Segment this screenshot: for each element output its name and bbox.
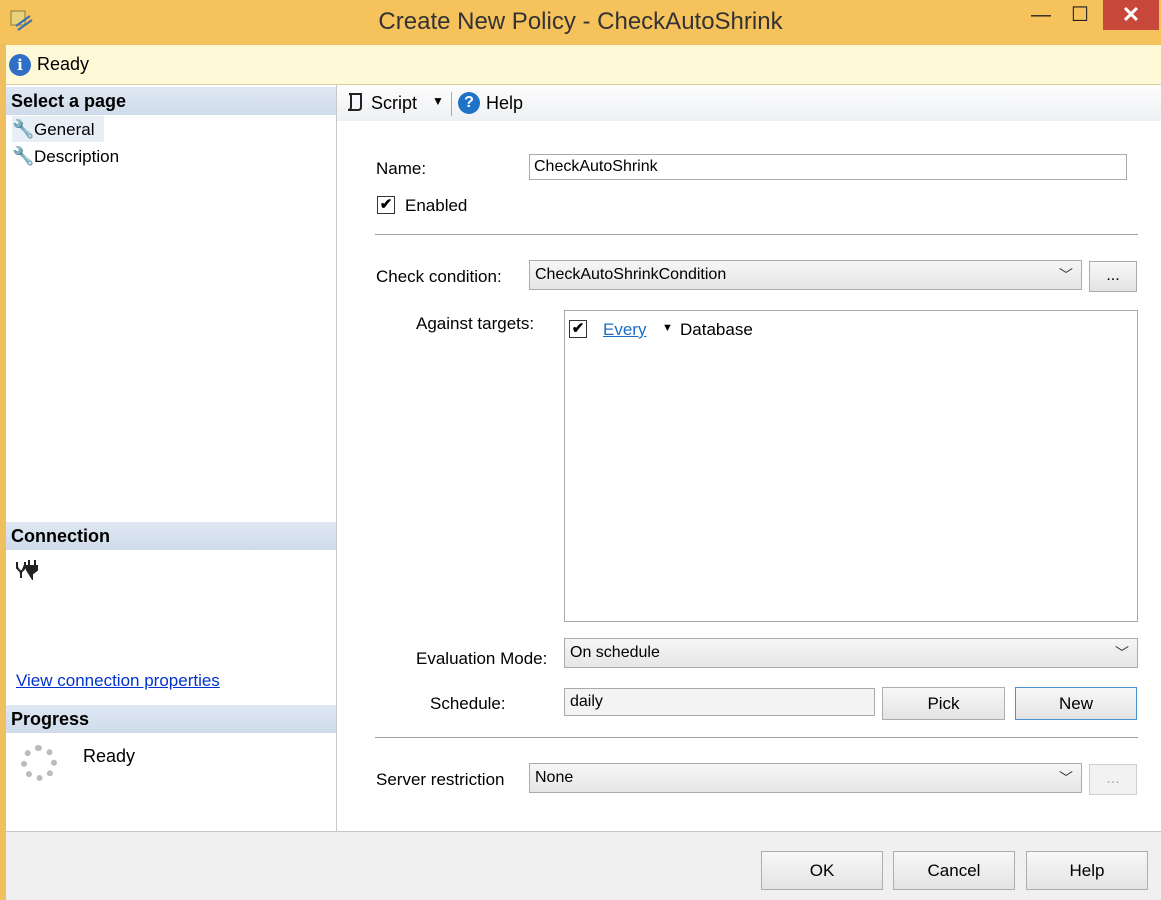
- evaluation-mode-value: On schedule: [570, 644, 660, 661]
- maximize-button[interactable]: ☐: [1062, 0, 1098, 30]
- page-item-label: General: [34, 120, 95, 139]
- script-dropdown-icon[interactable]: ▼: [432, 94, 444, 108]
- pick-button[interactable]: Pick: [882, 687, 1005, 720]
- check-condition-value: CheckAutoShrinkCondition: [535, 266, 727, 283]
- enabled-checkbox[interactable]: ✔: [377, 196, 395, 214]
- new-button[interactable]: New: [1015, 687, 1137, 720]
- wrench-icon: 🔧: [12, 119, 35, 139]
- chevron-down-icon: ﹀: [1059, 770, 1073, 786]
- chevron-down-icon: ﹀: [1115, 645, 1129, 661]
- minimize-button[interactable]: —: [1024, 0, 1058, 30]
- progress-status: Ready: [83, 746, 136, 766]
- targets-list: [564, 310, 1138, 622]
- divider: [375, 737, 1138, 738]
- divider: [375, 234, 1138, 235]
- close-button[interactable]: ✕: [1103, 0, 1159, 30]
- page-item-label: Description: [34, 147, 120, 166]
- schedule-label: Schedule:: [430, 694, 506, 713]
- target-every-link[interactable]: Every: [603, 320, 646, 340]
- connection-icon: [14, 558, 38, 586]
- select-page-header: Select a page: [6, 87, 336, 115]
- cancel-button[interactable]: Cancel: [893, 851, 1015, 890]
- page-item-description[interactable]: 🔧Description: [12, 143, 119, 169]
- info-icon: i: [9, 54, 31, 76]
- evaluation-mode-select[interactable]: On schedule ﹀: [564, 638, 1138, 668]
- ok-button[interactable]: OK: [761, 851, 883, 890]
- server-restriction-select[interactable]: None ﹀: [529, 763, 1082, 793]
- help-toolbar-button[interactable]: Help: [486, 93, 523, 114]
- help-icon[interactable]: ?: [458, 92, 480, 114]
- check-condition-browse-button[interactable]: ...: [1089, 261, 1137, 292]
- help-button[interactable]: Help: [1026, 851, 1148, 890]
- target-dropdown-icon[interactable]: ▼: [662, 322, 673, 334]
- check-condition-label: Check condition:: [376, 267, 502, 286]
- server-restriction-label: Server restriction: [376, 770, 505, 789]
- server-restriction-browse-button[interactable]: ...: [1089, 764, 1137, 795]
- schedule-field: daily: [564, 688, 875, 716]
- target-checkbox[interactable]: ✔: [569, 320, 587, 338]
- evaluation-mode-label: Evaluation Mode:: [416, 649, 548, 668]
- window-title: Create New Policy - CheckAutoShrink: [378, 8, 783, 35]
- progress-header: Progress: [6, 705, 336, 733]
- enabled-label: Enabled: [405, 196, 468, 215]
- chevron-down-icon: ﹀: [1059, 267, 1073, 283]
- view-connection-properties-link[interactable]: View connection properties: [16, 671, 220, 691]
- script-icon[interactable]: [344, 91, 366, 119]
- target-type: Database: [680, 320, 753, 339]
- server-restriction-value: None: [535, 769, 574, 786]
- script-button[interactable]: Script: [371, 93, 417, 114]
- wrench-icon: 🔧: [12, 146, 35, 166]
- status-bar: [6, 45, 1161, 85]
- progress-spinner-icon: [21, 745, 57, 781]
- name-input[interactable]: [529, 154, 1127, 180]
- connection-header: Connection: [6, 522, 336, 550]
- toolbar-separator: [451, 92, 452, 116]
- page-item-general[interactable]: 🔧General: [12, 116, 104, 142]
- against-targets-label: Against targets:: [416, 314, 535, 333]
- name-label: Name:: [376, 159, 427, 178]
- status-text: Ready: [37, 54, 90, 74]
- check-condition-select[interactable]: CheckAutoShrinkCondition ﹀: [529, 260, 1082, 290]
